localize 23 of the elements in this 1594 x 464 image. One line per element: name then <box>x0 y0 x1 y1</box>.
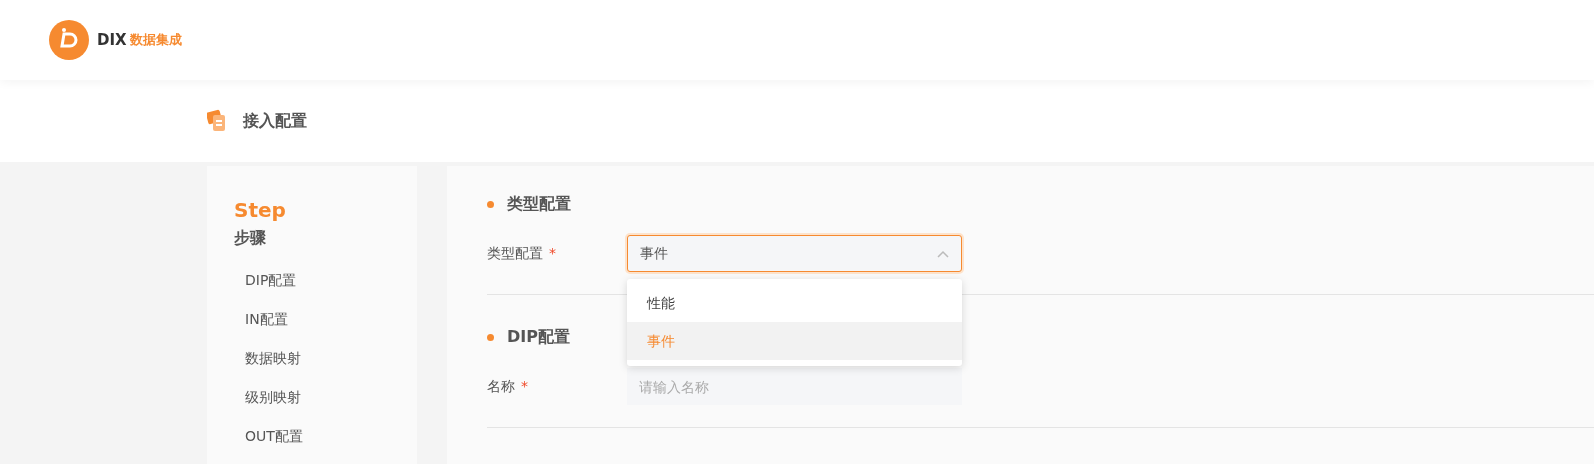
caret-icon <box>937 249 949 258</box>
required-mark: * <box>549 244 556 263</box>
step-link[interactable]: DIP配置 <box>234 261 417 300</box>
step-link[interactable]: 级别映射 <box>234 378 417 417</box>
step-link[interactable]: IN配置 <box>234 300 417 339</box>
name-input[interactable]: 请输入名称 <box>627 368 962 405</box>
step-link[interactable]: OUT配置 <box>234 417 417 456</box>
logo-icon <box>49 20 89 60</box>
field-label: 类型配置 <box>487 244 543 263</box>
field-label: 名称 <box>487 377 515 396</box>
logo-brand: DIX <box>97 31 127 49</box>
section-heading: DIP配置 <box>507 327 570 348</box>
steps-title: Step <box>234 198 287 222</box>
bullet-icon <box>487 201 494 208</box>
page-title: 接入配置 <box>243 110 307 132</box>
type-select[interactable]: 事件 <box>627 235 962 272</box>
step-link[interactable]: 数据映射 <box>234 339 417 378</box>
section-heading: 类型配置 <box>507 194 571 215</box>
dropdown-option[interactable]: 性能 <box>627 284 962 322</box>
required-mark: * <box>521 377 528 396</box>
steps-subtitle: 步骤 <box>234 228 267 249</box>
bullet-icon <box>487 334 494 341</box>
logo-product: 数据集成 <box>129 31 182 49</box>
